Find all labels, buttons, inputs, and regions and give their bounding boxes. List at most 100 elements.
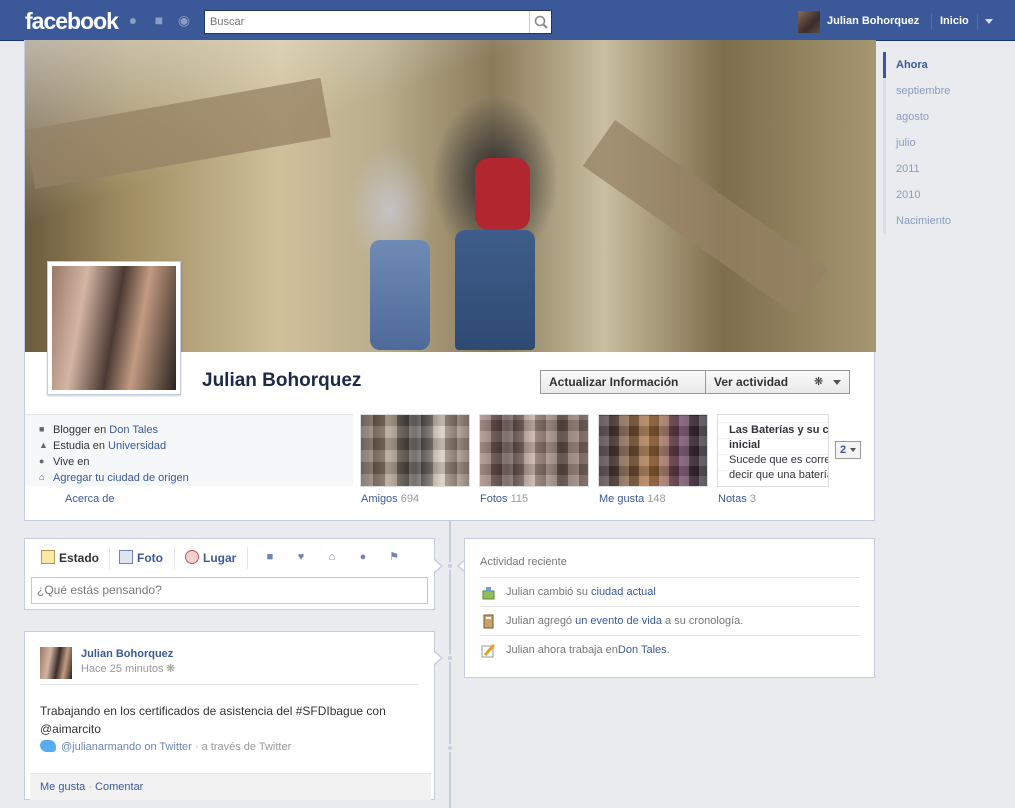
activity-text: Julian cambió su: [506, 586, 588, 598]
notifications-globe-icon[interactable]: ◉: [176, 12, 192, 28]
timeline-nav-item[interactable]: 2011: [883, 156, 993, 182]
chevron-down-icon: [833, 380, 841, 385]
status-input[interactable]: ¿Qué estás pensando?: [31, 577, 428, 604]
timeline-marker: [446, 562, 454, 570]
tab-status[interactable]: Estado: [41, 550, 99, 565]
activity-text: .: [666, 644, 670, 656]
tab-place[interactable]: Lugar: [185, 550, 236, 565]
view-activity-button[interactable]: Ver actividad: [705, 370, 807, 394]
recent-activity-title: Actividad reciente: [480, 556, 567, 568]
likes-thumbnail-image: [599, 415, 707, 486]
apps-pager-button[interactable]: 2: [835, 441, 861, 459]
timeline-marker: [446, 744, 454, 752]
twitter-handle-link[interactable]: @julianarmando on Twitter: [61, 741, 192, 753]
about-box[interactable]: ■ Blogger en Don Tales ▲ Estudia en Univ…: [25, 414, 353, 486]
home-icon[interactable]: ⌂: [326, 551, 338, 563]
composer-pointer: [434, 559, 443, 573]
activity-link[interactable]: un evento de vida: [575, 615, 662, 627]
update-info-button[interactable]: Actualizar Información: [540, 370, 706, 394]
notes-app-link[interactable]: Notas 3: [718, 493, 756, 505]
friend-requests-icon[interactable]: ●: [125, 12, 141, 28]
timeline-nav: Ahora septiembre agosto julio 2011 2010 …: [883, 52, 993, 234]
settings-button[interactable]: ❋: [806, 370, 850, 394]
photos-app-thumbnail[interactable]: [479, 414, 589, 487]
health-apple-icon[interactable]: ●: [357, 551, 369, 563]
timeline-nav-item[interactable]: Ahora: [883, 52, 993, 78]
privacy-gear-icon[interactable]: ❋: [166, 662, 175, 675]
activity-link[interactable]: Don Tales: [618, 644, 667, 656]
divider: [109, 547, 110, 569]
likes-count: 148: [647, 493, 666, 505]
friends-label: Amigos: [361, 493, 398, 505]
note-excerpt: decir que una batería: [729, 469, 829, 481]
tab-photo[interactable]: Foto: [119, 550, 163, 565]
facebook-logo[interactable]: facebook: [25, 8, 119, 35]
work-link[interactable]: Don Tales: [109, 424, 158, 436]
timeline-nav-item[interactable]: 2010: [883, 182, 993, 208]
friends-app-link[interactable]: Amigos 694: [361, 493, 419, 505]
activity-link[interactable]: ciudad actual: [591, 586, 656, 598]
profile-card: Julian Bohorquez Actualizar Información …: [24, 40, 876, 521]
status-icon: [41, 550, 55, 564]
avatar[interactable]: [40, 647, 72, 679]
user-name-link[interactable]: Julian Bohorquez: [827, 15, 919, 27]
post-text: Trabajando en los certificados de asiste…: [40, 704, 386, 736]
divider: [247, 547, 248, 569]
study-link[interactable]: Universidad: [108, 440, 166, 452]
timeline-nav-item[interactable]: agosto: [883, 104, 993, 130]
heart-icon[interactable]: ♥: [295, 551, 307, 563]
recent-activity-box: Actividad reciente Julian cambió su ciud…: [464, 538, 875, 678]
notes-count: 3: [749, 493, 756, 505]
top-bar: facebook ● ■ ◉ Julian Bohorquez Inicio: [0, 0, 1015, 41]
messages-icon[interactable]: ■: [151, 12, 167, 28]
like-link[interactable]: Me gusta: [40, 781, 85, 793]
cover-photo-image: [475, 158, 530, 230]
cover-photo-image: [370, 240, 430, 350]
search-icon: [534, 15, 548, 29]
photo-icon: [119, 550, 133, 564]
photos-thumbnail-image: [480, 415, 588, 486]
flag-icon[interactable]: ⚑: [388, 551, 400, 563]
search-button[interactable]: [529, 11, 551, 33]
comment-link[interactable]: Comentar: [95, 781, 143, 793]
likes-app-thumbnail[interactable]: [598, 414, 708, 487]
friends-app-thumbnail[interactable]: [360, 414, 470, 487]
story-post: Julian Bohorquez Hace 25 minutos ❋ Traba…: [24, 631, 435, 800]
likes-app-link[interactable]: Me gusta 148: [599, 493, 666, 505]
post-author-link[interactable]: Julian Bohorquez: [81, 648, 173, 660]
home-link[interactable]: Inicio: [940, 15, 969, 27]
photos-app-link[interactable]: Fotos 115: [480, 493, 528, 505]
timeline-nav-item[interactable]: julio: [883, 130, 993, 156]
post-source-suffix: · a través de Twitter: [194, 741, 292, 753]
separator-dot: ·: [88, 781, 92, 793]
notes-app-thumbnail[interactable]: Las Baterías y su c inicial Sucede que e…: [717, 414, 829, 487]
search-input[interactable]: [205, 11, 531, 33]
composer-box: Estado Foto Lugar ■ ♥ ⌂ ● ⚑ ¿Qué estás p…: [24, 538, 435, 610]
activity-item: Julian cambió su ciudad actual: [480, 577, 860, 606]
add-hometown-link[interactable]: Agregar tu ciudad de origen: [53, 472, 189, 484]
briefcase-icon: ■: [39, 424, 45, 434]
pager-count: 2: [840, 444, 847, 456]
gear-icon: ❋: [814, 376, 824, 388]
account-menu-chevron-down-icon[interactable]: [985, 19, 993, 24]
tab-photo-label: Foto: [137, 551, 163, 565]
profile-picture[interactable]: [47, 261, 181, 395]
activity-item: Julian ahora trabaja enDon Tales.: [480, 635, 860, 664]
post-pointer: [434, 651, 443, 665]
timeline-nav-item[interactable]: Nacimiento: [883, 208, 993, 234]
pencil-icon: [481, 643, 496, 658]
user-avatar[interactable]: [798, 11, 820, 33]
lives-line: ● Vive en: [39, 456, 90, 468]
tab-status-label: Estado: [59, 551, 100, 565]
note-title: Las Baterías y su c: [729, 424, 829, 436]
location-icon: ●: [39, 456, 45, 466]
school-icon: ▲: [39, 440, 48, 450]
city-change-icon: [482, 587, 495, 600]
timeline-nav-item[interactable]: septiembre: [883, 78, 993, 104]
likes-label: Me gusta: [599, 493, 645, 505]
study-line: ▲ Estudia en Universidad: [39, 440, 166, 452]
post-timestamp[interactable]: Hace 25 minutos: [81, 663, 164, 675]
divider: [977, 14, 978, 30]
work-briefcase-icon[interactable]: ■: [264, 551, 276, 563]
about-link[interactable]: Acerca de: [65, 493, 115, 505]
